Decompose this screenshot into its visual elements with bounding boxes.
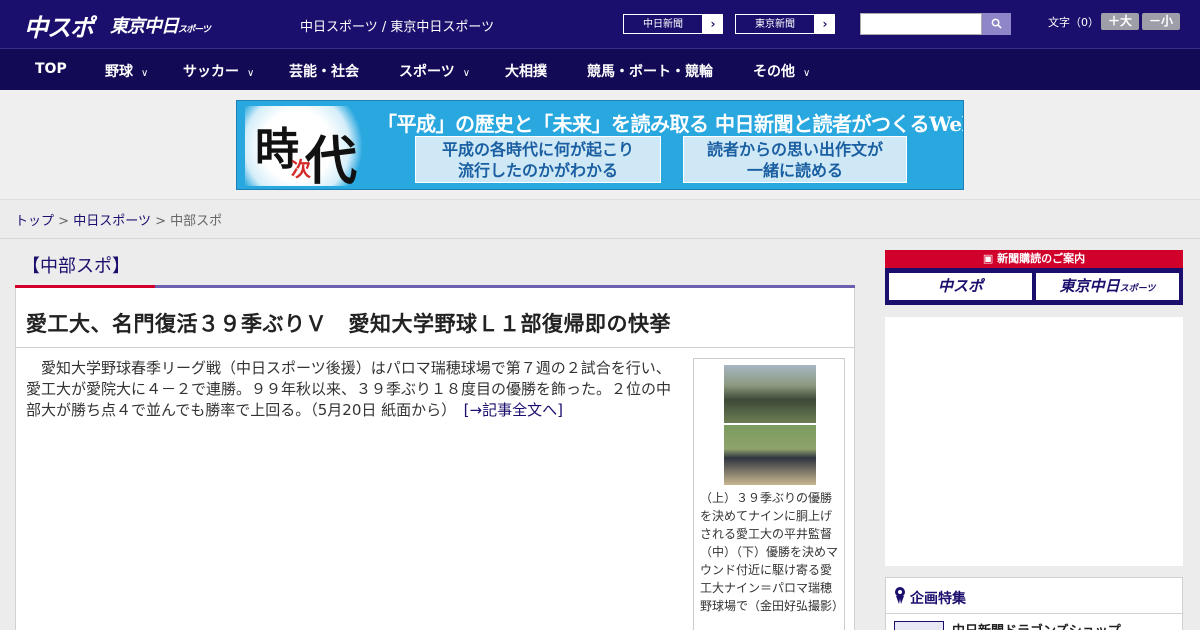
article-photo[interactable] bbox=[724, 365, 816, 485]
nav-top[interactable]: TOP bbox=[35, 61, 67, 77]
breadcrumb-sep: > bbox=[155, 214, 166, 229]
photo-top bbox=[724, 365, 816, 423]
nav-label: スポーツ bbox=[399, 64, 455, 80]
ribbon-icon bbox=[894, 586, 906, 608]
feature-divider bbox=[886, 613, 1182, 614]
nav-racing[interactable]: 競馬・ボート・競輪 bbox=[587, 61, 713, 81]
banner-headline: 「平成」の歴史と「未来」を読み取る 中日新聞と読者がつくるWebサイト bbox=[377, 112, 963, 136]
tokyo-shimbun-button[interactable]: 東京新聞 › bbox=[734, 13, 836, 35]
photo-caption: （上）３９季ぶりの優勝を決めてナインに胴上げされる愛工大の平井監督（中）（下）優… bbox=[700, 491, 845, 613]
banner-box1-line2: 流行したのかがわかる bbox=[457, 161, 618, 180]
nav-label: その他 bbox=[753, 64, 795, 80]
chevron-down-icon: ∨ bbox=[462, 68, 471, 79]
category-title: 【中部スポ】 bbox=[22, 256, 130, 277]
nav-label: 大相撲 bbox=[505, 64, 547, 80]
banner-box1-line1: 平成の各時代に何が起こり bbox=[441, 140, 634, 159]
banner-box-1: 平成の各時代に何が起こり 流行したのかがわかる bbox=[415, 136, 661, 183]
font-size-label: 文字（0） bbox=[1048, 16, 1099, 29]
site-names: 中日スポーツ / 東京中日スポーツ bbox=[300, 20, 495, 35]
banner-logo-dai: 代 bbox=[305, 131, 358, 190]
breadcrumb-divider bbox=[0, 238, 1200, 239]
nav-label: 芸能・社会 bbox=[289, 64, 359, 80]
nav-sports[interactable]: スポーツ ∨ bbox=[399, 61, 470, 81]
feature-item-dragons-shop[interactable]: 中日新聞ドラゴンズショップ bbox=[952, 620, 1121, 630]
breadcrumb-current: 中部スポ bbox=[170, 214, 223, 229]
nav-other[interactable]: その他 ∨ bbox=[753, 61, 810, 81]
paper2-label: 東京新聞 bbox=[735, 14, 815, 34]
chevron-right-icon: › bbox=[703, 14, 723, 34]
nav-label: TOP bbox=[35, 61, 67, 77]
tokyo-chunichi-logo[interactable]: 東京中日スポーツ bbox=[110, 12, 211, 38]
breadcrumb: トップ > 中日スポーツ > 中部スポ bbox=[15, 210, 222, 229]
chevron-right-icon: › bbox=[815, 14, 835, 34]
paper1-label: 中日新聞 bbox=[623, 14, 703, 34]
breadcrumb-top-link[interactable]: トップ bbox=[15, 214, 54, 229]
jidai-banner[interactable]: 時 次 代 「平成」の歴史と「未来」を読み取る 中日新聞と読者がつくるWebサイ… bbox=[236, 100, 964, 190]
headline-divider bbox=[16, 347, 854, 348]
subscription-links: 中スポ 東京中日スポーツ bbox=[885, 268, 1183, 305]
nav-entertainment[interactable]: 芸能・社会 bbox=[289, 61, 359, 81]
site-header: 中スポ 東京中日スポーツ 中日スポーツ / 東京中日スポーツ 中日新聞 › 東京… bbox=[0, 0, 1200, 48]
font-smaller-button[interactable]: －小 bbox=[1142, 13, 1180, 30]
search-button[interactable] bbox=[982, 13, 1011, 35]
tokyo-logo-sub: スポーツ bbox=[178, 25, 211, 35]
nav-label: 競馬・ボート・競輪 bbox=[587, 64, 713, 80]
banner-area: 時 次 代 「平成」の歴史と「未来」を読み取る 中日新聞と読者がつくるWebサイ… bbox=[0, 90, 1200, 200]
banner-box2-line2: 一緒に読める bbox=[746, 161, 843, 180]
nav-sumo[interactable]: 大相撲 bbox=[505, 61, 547, 81]
subscribe-tokyo-button[interactable]: 東京中日スポーツ bbox=[1036, 273, 1179, 300]
chevron-down-icon: ∨ bbox=[247, 68, 255, 79]
dragons-shop-thumbnail[interactable] bbox=[894, 621, 944, 630]
subscribe-chuspo-button[interactable]: 中スポ bbox=[889, 273, 1032, 300]
sub-btn2-small: スポーツ bbox=[1119, 284, 1156, 294]
newspaper-icon: ▣ bbox=[982, 252, 994, 265]
feature-box: 企画特集 中日新聞ドラゴンズショップ bbox=[885, 577, 1183, 630]
tokyo-logo-text: 東京中日 bbox=[110, 16, 179, 37]
main-nav: TOP 野球 ∨ サッカー ∨ 芸能・社会 スポーツ ∨ 大相撲 競馬・ボート・競輪 … bbox=[0, 48, 1200, 90]
nav-label: 野球 bbox=[105, 64, 133, 80]
search-input[interactable] bbox=[860, 13, 982, 35]
search-form bbox=[860, 13, 1011, 35]
nav-baseball[interactable]: 野球 ∨ bbox=[105, 61, 148, 81]
read-more-link[interactable]: [→記事全文へ] bbox=[464, 401, 563, 419]
chevron-down-icon: ∨ bbox=[803, 68, 811, 79]
feature-title: 企画特集 bbox=[910, 591, 966, 607]
ad-slot[interactable] bbox=[885, 317, 1183, 566]
search-icon bbox=[991, 18, 1002, 29]
chevron-down-icon: ∨ bbox=[141, 68, 149, 79]
article-body-text: 愛知大学野球春季リーグ戦（中日スポーツ後援）はパロマ瑞穂球場で第７週の２試合を行… bbox=[26, 359, 672, 419]
chunichi-shimbun-button[interactable]: 中日新聞 › bbox=[622, 13, 724, 35]
chuspo-logo[interactable]: 中スポ bbox=[24, 8, 94, 43]
font-bigger-button[interactable]: ＋大 bbox=[1101, 13, 1139, 30]
banner-box2-line1: 読者からの思い出作文が bbox=[706, 140, 883, 159]
banner-box-2: 読者からの思い出作文が 一緒に読める bbox=[683, 136, 907, 183]
photo-box: （上）３９季ぶりの優勝を決めてナインに胴上げされる愛工大の平井監督（中）（下）優… bbox=[693, 358, 845, 630]
photo-bottom bbox=[724, 425, 816, 485]
nav-label: サッカー bbox=[183, 64, 239, 80]
nav-soccer[interactable]: サッカー ∨ bbox=[183, 61, 254, 81]
subscription-heading: ▣ 新聞購読のご案内 bbox=[885, 250, 1183, 268]
article-body: 愛知大学野球春季リーグ戦（中日スポーツ後援）はパロマ瑞穂球場で第７週の２試合を行… bbox=[26, 358, 681, 421]
breadcrumb-sep: > bbox=[58, 214, 70, 229]
article-headline[interactable]: 愛工大、名門復活３９季ぶりＶ 愛知大学野球Ｌ１部復帰即の快挙 bbox=[26, 308, 671, 338]
subscription-heading-text: 新聞購読のご案内 bbox=[997, 252, 1086, 265]
sub-btn2-text: 東京中日 bbox=[1059, 277, 1120, 295]
article-card: 愛工大、名門復活３９季ぶりＶ 愛知大学野球Ｌ１部復帰即の快挙 愛知大学野球春季リ… bbox=[15, 288, 855, 630]
breadcrumb-section-link[interactable]: 中日スポーツ bbox=[73, 214, 151, 229]
